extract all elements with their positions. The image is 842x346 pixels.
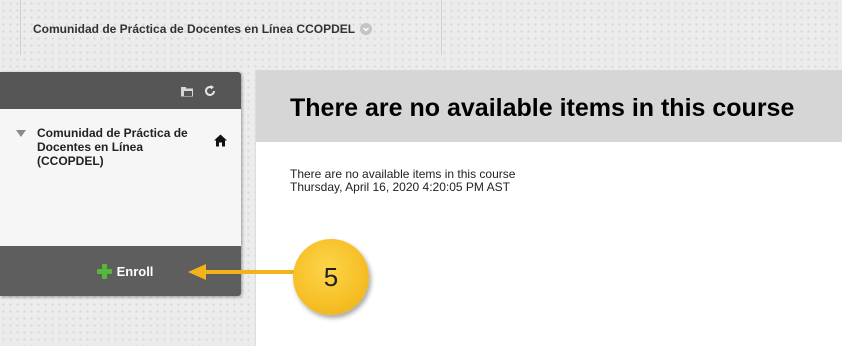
enroll-button[interactable]: Enroll	[96, 263, 154, 280]
step-number: 5	[323, 261, 339, 292]
breadcrumb-course-title-text[interactable]: Comunidad de Práctica de Docentes en Lín…	[33, 22, 355, 36]
home-icon[interactable]	[214, 134, 227, 147]
enroll-button-label[interactable]: Enroll	[117, 264, 154, 279]
refresh-icon[interactable]	[203, 84, 217, 98]
folder-icon[interactable]	[180, 84, 194, 98]
plus-icon	[96, 263, 112, 279]
breadcrumb-divider-right	[441, 0, 442, 55]
page-title: There are no available items in this cou…	[290, 94, 795, 122]
step-callout-badge: 5	[293, 239, 369, 315]
timestamp: Thursday, April 16, 2020 4:20:05 PM AST	[290, 180, 510, 194]
course-menu-course-name[interactable]: Comunidad de Práctica de Docentes en Lín…	[37, 126, 207, 168]
course-menu-toolbar	[0, 72, 241, 109]
callout-arrow-icon	[188, 264, 298, 280]
content-message: There are no available items in this cou…	[290, 168, 515, 194]
collapse-triangle-icon[interactable]	[16, 130, 26, 138]
breadcrumb-divider-left	[20, 0, 21, 55]
content-header: There are no available items in this cou…	[256, 70, 842, 142]
chevron-down-icon[interactable]	[360, 23, 373, 35]
breadcrumb-course-title[interactable]: Comunidad de Práctica de Docentes en Lín…	[33, 22, 373, 36]
breadcrumb: Comunidad de Práctica de Docentes en Lín…	[0, 0, 842, 62]
